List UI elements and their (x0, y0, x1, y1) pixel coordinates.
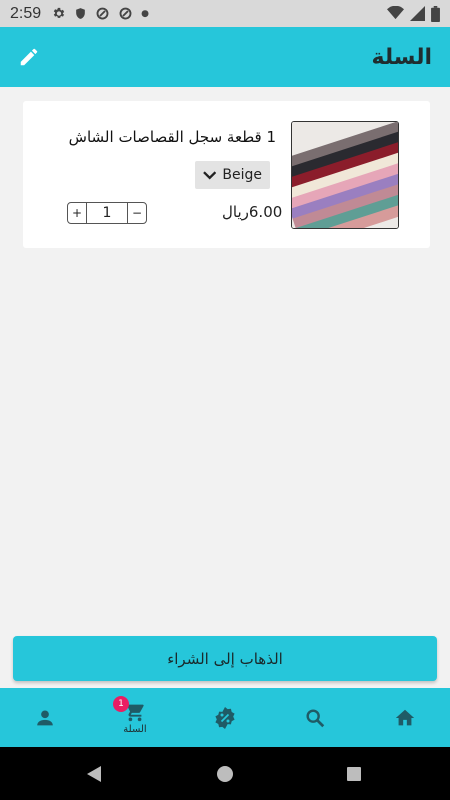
shield-icon (76, 8, 85, 19)
checkout-button[interactable]: الذهاب إلى الشراء (13, 636, 437, 681)
status-bar: 2:59 ● (0, 0, 450, 27)
home-circle-icon (217, 765, 233, 782)
status-time: 2:59 (10, 4, 42, 22)
recents-button[interactable] (334, 747, 374, 800)
search-icon (306, 708, 325, 727)
nav-item-cart-label: السلة (123, 723, 147, 735)
discount-badge-icon (215, 706, 235, 729)
recents-square-icon (347, 766, 361, 781)
quantity-value[interactable]: 1 (86, 203, 128, 223)
variant-dropdown[interactable]: Beige (195, 161, 270, 189)
home-button[interactable] (205, 747, 245, 800)
data-saver-icon (96, 7, 109, 20)
system-nav-bar (0, 747, 450, 800)
settings-icon (53, 7, 65, 18)
cart-badge: 1 (113, 696, 129, 712)
nav-item-account[interactable] (15, 688, 75, 747)
nav-item-search[interactable] (285, 688, 345, 747)
chevron-down-icon (203, 171, 217, 180)
back-button[interactable] (74, 747, 114, 800)
signal-icon (410, 6, 425, 21)
nav-item-home[interactable] (375, 688, 435, 747)
variant-value: Beige (222, 167, 262, 183)
back-triangle-icon (87, 765, 101, 782)
quantity-stepper: + 1 − (67, 202, 147, 224)
decrement-button[interactable]: − (128, 203, 146, 223)
person-icon (37, 709, 53, 725)
nav-item-cart[interactable]: 1 السلة (105, 688, 165, 747)
edit-pencil-icon[interactable] (18, 46, 40, 68)
wifi-icon (387, 6, 404, 20)
checkout-button-label: الذهاب إلى الشراء (167, 649, 283, 668)
increment-button[interactable]: + (68, 203, 86, 223)
product-title[interactable]: 1 قطعة سجل القصاصات الشاش (69, 128, 276, 146)
home-icon (395, 709, 415, 725)
nav-item-offers[interactable] (195, 688, 255, 747)
product-image[interactable] (291, 121, 399, 229)
data-saver-icon-2 (119, 7, 132, 20)
page-title: السلة (371, 44, 432, 70)
bottom-nav: 1 السلة (0, 688, 450, 747)
item-price: 6.00ريال (222, 203, 283, 221)
notification-dot-icon: ● (141, 8, 149, 19)
battery-icon (431, 5, 440, 22)
app-bar: السلة (0, 27, 450, 87)
